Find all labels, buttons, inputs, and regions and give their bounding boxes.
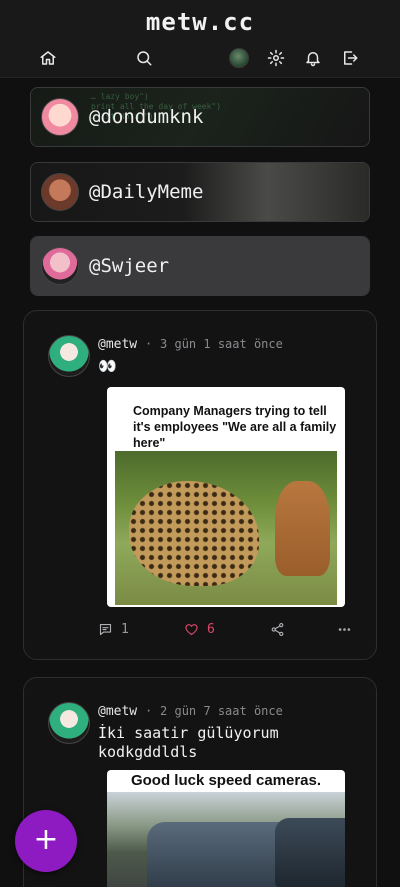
comment-button[interactable]: 1 (98, 618, 129, 640)
bell-icon[interactable] (299, 44, 327, 72)
post-actions: 1 6 (24, 618, 376, 640)
post-meta: @metw · 3 gün 1 saat önce (98, 337, 283, 352)
plus-icon: + (33, 821, 59, 857)
post-meta: @metw · 2 gün 7 saat önce (98, 704, 283, 719)
meta-separator: · (144, 704, 153, 718)
more-icon (338, 627, 351, 631)
author-avatar[interactable] (48, 702, 90, 744)
author-handle[interactable]: @metw (98, 704, 137, 719)
avatar (41, 247, 79, 285)
avatar (41, 173, 79, 211)
comment-count: 1 (121, 621, 129, 637)
user-card-dailymeme[interactable]: @DailyMeme (30, 162, 370, 222)
author-handle[interactable]: @metw (98, 337, 137, 352)
post-time: 3 gün 1 saat önce (160, 337, 283, 351)
post-text: İki saatir gülüyorum kodkgddldls (98, 724, 279, 761)
post-image[interactable]: Company Managers trying to tell it's emp… (107, 387, 345, 607)
gear-icon[interactable] (262, 44, 290, 72)
image-caption: Company Managers trying to tell it's emp… (133, 404, 337, 450)
user-handle: @Swjeer (89, 255, 170, 277)
nav-bar (0, 44, 400, 72)
meme-photo (107, 792, 345, 887)
impala-figure (275, 481, 330, 576)
avatar[interactable] (225, 44, 253, 72)
home-icon[interactable] (34, 44, 62, 72)
heart-icon (185, 623, 198, 635)
post-card: @metw · 3 gün 1 saat önce 👀 Company Mana… (23, 310, 377, 660)
post-card: @metw · 2 gün 7 saat önce İki saatir gül… (23, 677, 377, 887)
meme-photo (115, 451, 337, 605)
leopard-figure (129, 481, 259, 586)
image-caption: Good luck speed cameras. (130, 772, 322, 789)
meta-separator: · (144, 337, 153, 351)
post-image[interactable]: Good luck speed cameras. (107, 770, 345, 887)
user-card-swjeer[interactable]: @Swjeer (30, 236, 370, 296)
share-icon (271, 622, 284, 636)
user-card-banner (31, 237, 369, 295)
author-avatar[interactable] (48, 335, 90, 377)
post-time: 2 gün 7 saat önce (160, 704, 283, 718)
avatar (41, 98, 79, 136)
site-title[interactable]: metw.cc (0, 8, 400, 36)
user-handle: @DailyMeme (89, 181, 204, 203)
car-figure (275, 818, 345, 887)
post-text: 👀 (98, 357, 117, 375)
like-button[interactable]: 6 (184, 618, 215, 640)
more-options-button[interactable] (337, 618, 352, 640)
new-post-button[interactable]: + (15, 810, 77, 872)
user-card-dondumknk[interactable]: … lazy boy") print all the day of week")… (30, 87, 370, 147)
user-handle: @dondumknk (89, 106, 204, 128)
like-count: 6 (207, 621, 215, 637)
share-button[interactable] (270, 618, 285, 640)
comment-icon (99, 623, 112, 635)
logout-icon[interactable] (336, 44, 364, 72)
search-icon[interactable] (130, 44, 158, 72)
top-bar: metw.cc (0, 0, 400, 78)
